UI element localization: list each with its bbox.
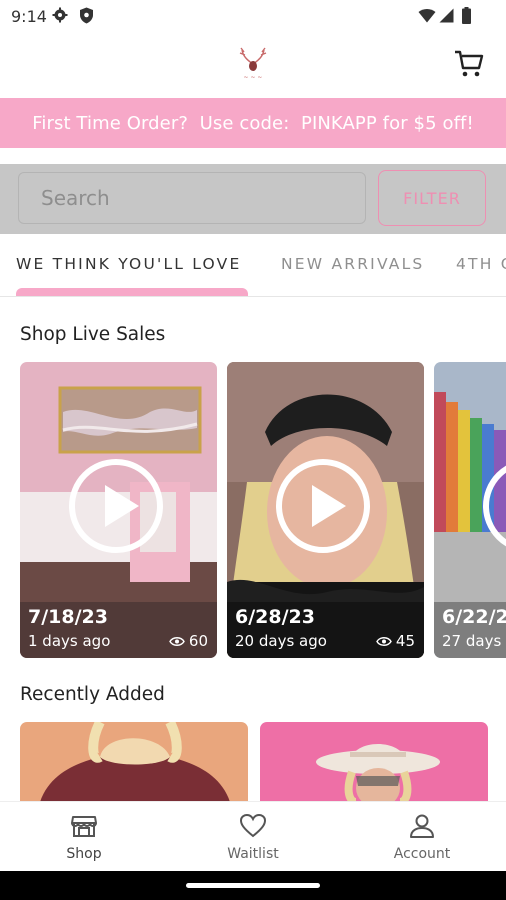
live-sale-date: 6/28/23 xyxy=(235,606,315,628)
promo-text: First Time Order? Use code: PINKAPP for … xyxy=(32,112,474,134)
live-sale-ago: 27 days ago xyxy=(442,632,506,650)
nav-account-label: Account xyxy=(393,846,451,862)
app-header: ~ ~ ~ xyxy=(0,32,506,98)
play-icon[interactable] xyxy=(483,459,506,553)
signal-icon xyxy=(439,8,454,27)
live-sale-view-count: 45 xyxy=(395,632,415,650)
shield-icon xyxy=(79,7,94,28)
eye-icon xyxy=(376,636,392,646)
section-title-recently-added: Recently Added xyxy=(20,684,165,705)
tab-4th[interactable]: 4TH O xyxy=(456,255,506,273)
live-sales-carousel[interactable]: 7/18/23 1 days ago 60 6/28/23 20 days ag… xyxy=(0,362,506,658)
wifi-icon xyxy=(418,8,436,27)
play-icon[interactable] xyxy=(276,459,370,553)
live-sale-card[interactable]: 7/18/23 1 days ago 60 xyxy=(20,362,217,658)
promo-banner[interactable]: First Time Order? Use code: PINKAPP for … xyxy=(0,98,506,148)
search-input[interactable]: Search xyxy=(18,172,366,224)
tab-we-think-youll-love[interactable]: WE THINK YOU'LL LOVE xyxy=(16,255,241,273)
status-bar: 9:14 xyxy=(0,0,506,32)
cart-icon[interactable] xyxy=(454,50,484,82)
product-card[interactable] xyxy=(20,722,248,802)
active-tab-indicator xyxy=(16,288,248,296)
live-sale-card[interactable]: 6/22/23 27 days ago xyxy=(434,362,506,658)
product-image xyxy=(20,722,248,802)
battery-icon xyxy=(462,7,471,28)
live-sale-ago: 1 days ago xyxy=(28,632,111,650)
heart-icon xyxy=(239,813,267,838)
gear-icon xyxy=(52,7,68,27)
live-sale-views: 45 xyxy=(376,632,415,650)
play-icon[interactable] xyxy=(69,459,163,553)
svg-text:~ ~ ~: ~ ~ ~ xyxy=(244,74,263,81)
search-placeholder: Search xyxy=(41,186,110,210)
live-sale-card[interactable]: 6/28/23 20 days ago 45 xyxy=(227,362,424,658)
product-image xyxy=(260,722,488,802)
live-sale-date: 6/22/23 xyxy=(442,606,506,628)
filter-label: FILTER xyxy=(403,188,461,208)
live-sale-date: 7/18/23 xyxy=(28,606,108,628)
home-gesture-handle[interactable] xyxy=(186,883,320,888)
category-tabs: WE THINK YOU'LL LOVE NEW ARRIVALS 4TH O xyxy=(0,234,506,297)
filter-button[interactable]: FILTER xyxy=(378,170,486,226)
nav-account[interactable]: Account xyxy=(338,802,506,872)
nav-shop[interactable]: Shop xyxy=(0,802,168,872)
nav-waitlist-label: Waitlist xyxy=(227,846,279,862)
store-icon xyxy=(71,816,97,837)
eye-icon xyxy=(169,636,185,646)
section-title-live-sales: Shop Live Sales xyxy=(20,324,166,345)
live-sale-view-count: 60 xyxy=(188,632,208,650)
nav-waitlist[interactable]: Waitlist xyxy=(169,802,337,872)
system-navigation-bar xyxy=(0,871,506,900)
live-sale-views: 60 xyxy=(169,632,208,650)
bottom-navigation: Shop Waitlist Account xyxy=(0,801,506,872)
brand-logo[interactable]: ~ ~ ~ xyxy=(233,46,273,86)
live-sale-ago: 20 days ago xyxy=(235,632,327,650)
status-time: 9:14 xyxy=(11,7,47,26)
person-icon xyxy=(410,814,434,838)
product-card[interactable] xyxy=(260,722,488,802)
tab-new-arrivals[interactable]: NEW ARRIVALS xyxy=(281,255,424,273)
search-bar: Search FILTER xyxy=(0,164,506,234)
nav-shop-label: Shop xyxy=(66,846,102,862)
